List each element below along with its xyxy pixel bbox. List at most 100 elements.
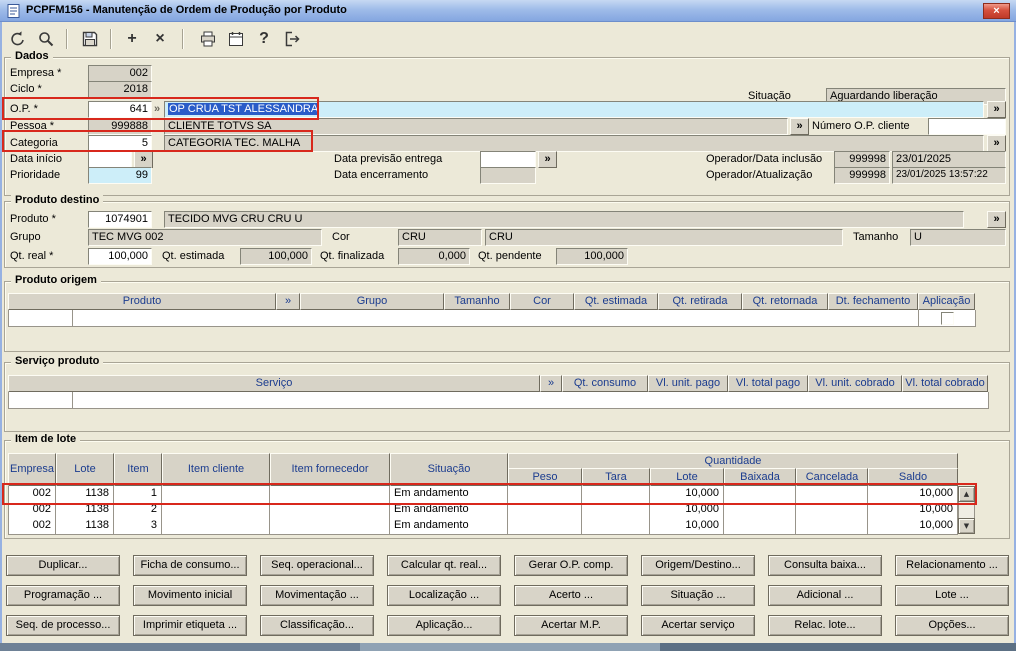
seq-operacional-button[interactable]: Seq. operacional... xyxy=(260,555,374,576)
aplicacao-button[interactable]: Aplicação... xyxy=(387,615,501,636)
programacao-button[interactable]: Programação ... xyxy=(6,585,120,606)
row3-item-fornecedor[interactable] xyxy=(270,518,390,535)
row1-item-fornecedor[interactable] xyxy=(270,486,390,503)
close-button[interactable]: × xyxy=(983,3,1010,19)
row1-lote-qt[interactable]: 10,000 xyxy=(650,486,724,503)
empty-cell[interactable] xyxy=(9,310,73,327)
row2-peso[interactable] xyxy=(508,502,582,519)
movimento-inicial-button[interactable]: Movimento inicial xyxy=(133,585,247,606)
op-field[interactable]: 641 xyxy=(88,101,152,118)
aplicacao-cell[interactable] xyxy=(919,310,976,327)
calcular-qt-real-button[interactable]: Calcular qt. real... xyxy=(387,555,501,576)
delete-button[interactable]: × xyxy=(148,27,172,51)
data-inicio-field[interactable] xyxy=(88,151,132,168)
scrollbar-track[interactable] xyxy=(958,502,975,518)
empty-cell[interactable] xyxy=(73,392,989,409)
relac-lote-button[interactable]: Relac. lote... xyxy=(768,615,882,636)
seq-processo-button[interactable]: Seq. de processo... xyxy=(6,615,120,636)
imprimir-etiqueta-button[interactable]: Imprimir etiqueta ... xyxy=(133,615,247,636)
produto-zoom-button[interactable]: » xyxy=(987,211,1006,228)
scroll-up-button[interactable]: ▲ xyxy=(958,486,975,502)
row2-saldo[interactable]: 10,000 xyxy=(868,502,958,519)
op-description-field[interactable]: OP CRUA TST ALESSANDRA xyxy=(164,101,984,118)
row2-baixada[interactable] xyxy=(724,502,796,519)
numero-op-cliente-field[interactable] xyxy=(928,118,1006,135)
row1-item-cliente[interactable] xyxy=(162,486,270,503)
row2-cancelada[interactable] xyxy=(796,502,868,519)
produto-origem-empty-row[interactable] xyxy=(8,310,976,327)
help-button[interactable]: ? xyxy=(252,27,276,51)
exit-button[interactable] xyxy=(280,27,304,51)
pessoa-zoom-button[interactable]: » xyxy=(790,118,809,135)
row1-empresa[interactable]: 002 xyxy=(8,486,56,503)
produto-field[interactable]: 1074901 xyxy=(88,211,152,228)
row1-item[interactable]: 1 xyxy=(114,486,162,503)
aplicacao-checkbox[interactable] xyxy=(940,312,954,325)
row2-item[interactable]: 2 xyxy=(114,502,162,519)
row3-item[interactable]: 3 xyxy=(114,518,162,535)
row3-cancelada[interactable] xyxy=(796,518,868,535)
row3-empresa[interactable]: 002 xyxy=(8,518,56,535)
row2-situacao[interactable]: Em andamento xyxy=(390,502,508,519)
prioridade-field[interactable]: 99 xyxy=(88,167,152,184)
origem-destino-button[interactable]: Origem/Destino... xyxy=(641,555,755,576)
row1-cancelada[interactable] xyxy=(796,486,868,503)
movimentacao-button[interactable]: Movimentação ... xyxy=(260,585,374,606)
localizacao-button[interactable]: Localização ... xyxy=(387,585,501,606)
data-inicio-zoom-button[interactable]: » xyxy=(134,151,153,168)
row3-lote-qt[interactable]: 10,000 xyxy=(650,518,724,535)
row3-lote[interactable]: 1138 xyxy=(56,518,114,535)
situacao-button[interactable]: Situação ... xyxy=(641,585,755,606)
col-header-zoom[interactable]: » xyxy=(540,375,562,392)
classificacao-button[interactable]: Classificação... xyxy=(260,615,374,636)
adicional-button[interactable]: Adicional ... xyxy=(768,585,882,606)
lote-button[interactable]: Lote ... xyxy=(895,585,1009,606)
op-zoom-button[interactable]: » xyxy=(987,101,1006,118)
row1-baixada[interactable] xyxy=(724,486,796,503)
row2-lote[interactable]: 1138 xyxy=(56,502,114,519)
search-button[interactable] xyxy=(34,27,58,51)
opcoes-button[interactable]: Opções... xyxy=(895,615,1009,636)
row2-item-cliente[interactable] xyxy=(162,502,270,519)
row2-lote-qt[interactable]: 10,000 xyxy=(650,502,724,519)
row3-peso[interactable] xyxy=(508,518,582,535)
consulta-baixa-button[interactable]: Consulta baixa... xyxy=(768,555,882,576)
row3-situacao[interactable]: Em andamento xyxy=(390,518,508,535)
row3-item-cliente[interactable] xyxy=(162,518,270,535)
categoria-field[interactable]: 5 xyxy=(88,135,152,152)
row3-saldo[interactable]: 10,000 xyxy=(868,518,958,535)
row2-empresa[interactable]: 002 xyxy=(8,502,56,519)
acertar-mp-button[interactable]: Acertar M.P. xyxy=(514,615,628,636)
undo-button[interactable] xyxy=(6,27,30,51)
row3-tara[interactable] xyxy=(582,518,650,535)
row1-lote[interactable]: 1138 xyxy=(56,486,114,503)
save-button[interactable] xyxy=(78,27,102,51)
add-button[interactable]: + xyxy=(120,27,144,51)
ficha-consumo-button[interactable]: Ficha de consumo... xyxy=(133,555,247,576)
scroll-down-button[interactable]: ▼ xyxy=(958,518,975,534)
print-button[interactable] xyxy=(196,27,220,51)
row3-baixada[interactable] xyxy=(724,518,796,535)
row1-saldo[interactable]: 10,000 xyxy=(868,486,958,503)
op-inline-zoom-icon[interactable]: » xyxy=(154,103,160,115)
data-previsao-zoom-button[interactable]: » xyxy=(538,151,557,168)
relacionamento-button[interactable]: Relacionamento ... xyxy=(895,555,1009,576)
row1-tara[interactable] xyxy=(582,486,650,503)
col-header-zoom[interactable]: » xyxy=(276,293,300,310)
calendar-button[interactable] xyxy=(224,27,248,51)
acertar-servico-button[interactable]: Acertar serviço xyxy=(641,615,755,636)
row2-item-fornecedor[interactable] xyxy=(270,502,390,519)
categoria-zoom-button[interactable]: » xyxy=(987,135,1006,152)
empty-cell[interactable] xyxy=(73,310,919,327)
empty-cell[interactable] xyxy=(9,392,73,409)
row1-situacao[interactable]: Em andamento xyxy=(390,486,508,503)
title-bar[interactable]: PCPFM156 - Manutenção de Ordem de Produç… xyxy=(0,0,1016,22)
servico-produto-empty-row[interactable] xyxy=(8,392,989,409)
row1-peso[interactable] xyxy=(508,486,582,503)
acerto-button[interactable]: Acerto ... xyxy=(514,585,628,606)
row2-tara[interactable] xyxy=(582,502,650,519)
duplicar-button[interactable]: Duplicar... xyxy=(6,555,120,576)
qt-real-field[interactable]: 100,000 xyxy=(88,248,152,265)
gerar-op-comp-button[interactable]: Gerar O.P. comp. xyxy=(514,555,628,576)
data-previsao-field[interactable] xyxy=(480,151,536,168)
